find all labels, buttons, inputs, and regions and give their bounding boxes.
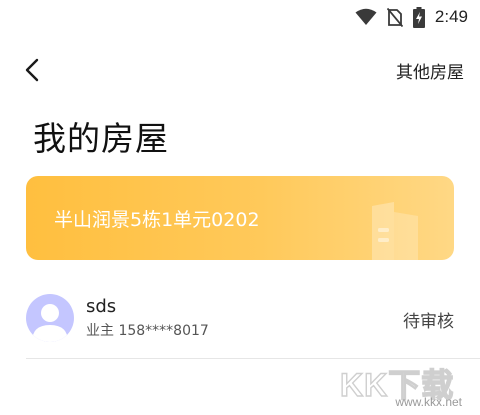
building-icon — [372, 202, 418, 260]
member-role-phone: 业主 158****8017 — [86, 323, 209, 339]
house-name: 半山润景5栋1单元0202 — [54, 209, 260, 231]
page-title: 我的房屋 — [33, 119, 169, 158]
back-button[interactable] — [20, 54, 50, 86]
avatar — [26, 294, 74, 342]
member-status: 待审核 — [403, 312, 454, 332]
divider — [26, 358, 480, 359]
house-card[interactable]: 半山润景5栋1单元0202 — [26, 176, 454, 260]
member-row[interactable]: sds 业主 158****8017 待审核 — [26, 288, 454, 346]
member-name: sds — [86, 296, 117, 317]
watermark: KK下载 www.kkx.net — [339, 360, 462, 412]
wifi-icon — [355, 8, 377, 25]
status-bar: 2:49 — [0, 0, 480, 34]
other-houses-button[interactable]: 其他房屋 — [396, 58, 464, 83]
watermark-url: www.kkx.net — [395, 395, 462, 409]
nav-bar: 其他房屋 — [0, 48, 480, 92]
battery-charging-icon — [412, 6, 425, 28]
chevron-left-icon — [25, 58, 39, 82]
status-time: 2:49 — [434, 7, 468, 26]
status-icons: 2:49 — [355, 5, 468, 29]
no-sim-icon — [386, 7, 403, 27]
user-avatar-icon — [32, 304, 68, 342]
